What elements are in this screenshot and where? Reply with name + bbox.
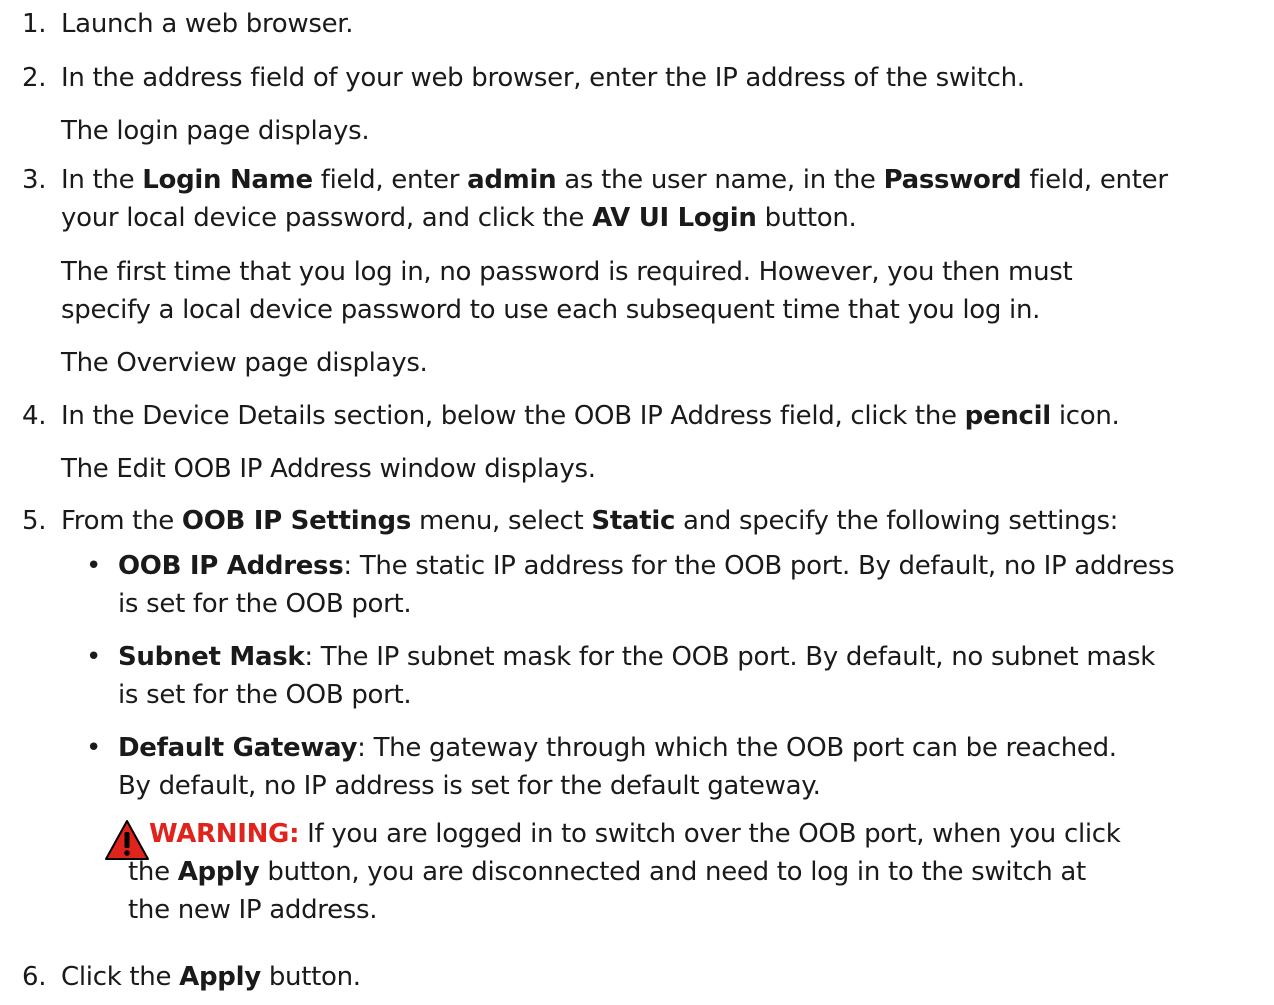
step-number: 4.	[22, 401, 47, 431]
step-text: Launch a web browser.	[61, 9, 354, 39]
step-number: 1.	[22, 9, 47, 39]
bold-term: OOB IP Settings	[181, 506, 412, 536]
step-text: In the address field of your web browser…	[61, 63, 1025, 93]
warning-label: WARNING:	[149, 819, 300, 849]
bullet-dot: •	[86, 551, 102, 581]
bold-term: AV UI Login	[592, 203, 757, 233]
bold-term: Static	[591, 506, 676, 536]
step-number: 6.	[22, 962, 47, 992]
bold-term: OOB IP Address	[118, 551, 344, 581]
step-text: From the OOB IP Settings menu, select St…	[61, 506, 1119, 536]
bullet-dot: •	[86, 733, 102, 763]
warning-icon	[105, 820, 149, 860]
bold-term: Password	[883, 165, 1022, 195]
step-number: 5.	[22, 506, 47, 536]
step-text: In the Device Details section, below the…	[61, 401, 1120, 431]
bold-term: Apply	[177, 857, 260, 887]
step-number: 3.	[22, 165, 47, 195]
step-number: 2.	[22, 63, 47, 93]
bold-term: pencil	[964, 401, 1052, 431]
bold-term: admin	[467, 165, 557, 195]
bold-term: Subnet Mask	[118, 642, 305, 672]
bold-term: Default Gateway	[118, 733, 358, 763]
bold-term: Apply	[179, 962, 261, 992]
bullet-dot: •	[86, 642, 102, 672]
step-text: Click the Apply button.	[61, 962, 361, 992]
bold-term: Login Name	[142, 165, 313, 195]
step-text: In the Login Name field, enter admin as …	[61, 165, 1168, 195]
